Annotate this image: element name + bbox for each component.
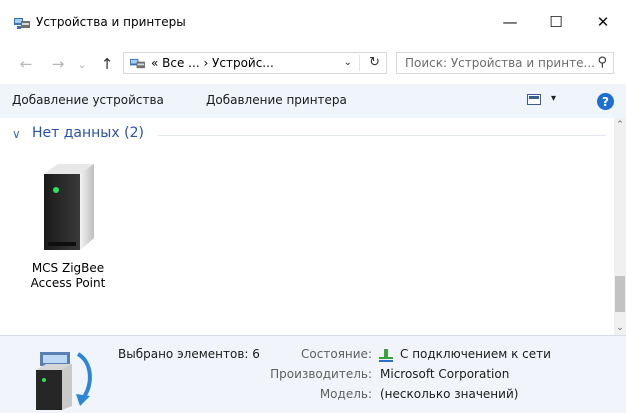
address-path[interactable]: « Все ... › Устройс...	[151, 56, 274, 70]
device-label-line2: Access Point	[30, 276, 106, 290]
device-label-line1: MCS ZigBee	[31, 261, 105, 275]
add-device-button[interactable]: Добавление устройства	[12, 93, 164, 107]
vertical-scrollbar[interactable]: ⌃ ⌄	[614, 118, 626, 335]
command-bar: Добавление устройства Добавление принтер…	[0, 84, 626, 119]
device-label[interactable]: MCS ZigBee Access Point	[22, 261, 114, 291]
maximize-button[interactable]: ☐	[533, 7, 579, 37]
search-icon[interactable]: ⚲	[597, 55, 607, 70]
view-options-dropdown[interactable]: ▾	[551, 93, 556, 104]
details-pane: Выбрано элементов: 6 Состояние: С подклю…	[0, 335, 626, 413]
status-value: С подключением к сети	[400, 347, 551, 361]
network-icon	[379, 349, 393, 362]
model-value: (несколько значений)	[380, 387, 519, 401]
group-header[interactable]: Нет данных (2)	[32, 125, 144, 141]
up-button[interactable]: ↑	[96, 54, 118, 74]
forward-button[interactable]: →	[47, 54, 69, 74]
title-bar: Устройства и принтеры — ☐ ✕	[0, 0, 626, 44]
search-input[interactable]: Поиск: Устройства и принте... ⚲	[396, 52, 614, 74]
scroll-thumb[interactable]	[615, 276, 625, 312]
model-label: Модель:	[319, 387, 372, 401]
search-placeholder[interactable]: Поиск: Устройства и принте...	[405, 56, 595, 70]
manufacturer-label: Производитель:	[270, 367, 372, 381]
status-label: Состояние:	[301, 347, 372, 361]
device-list: ∨ Нет данных (2) MCS ZigBee Access Point	[0, 118, 614, 335]
server-device-icon[interactable]	[38, 160, 96, 254]
refresh-icon[interactable]: ↻	[369, 55, 380, 70]
address-bar[interactable]: « Все ... › Устройс... ⌄ ↻	[123, 52, 387, 74]
add-printer-button[interactable]: Добавление принтера	[206, 93, 347, 107]
selected-count: Выбрано элементов: 6	[118, 347, 260, 361]
devices-printers-icon	[130, 58, 145, 69]
group-divider	[158, 135, 606, 136]
change-view-icon[interactable]	[527, 94, 541, 105]
address-divider	[359, 55, 360, 71]
window-title: Устройства и принтеры	[36, 15, 186, 29]
scroll-down-button[interactable]: ⌄	[614, 323, 626, 333]
help-icon[interactable]: ?	[597, 93, 614, 110]
scroll-up-button[interactable]: ⌃	[614, 120, 626, 130]
recent-locations-button[interactable]: ⌄	[75, 54, 89, 74]
chevron-down-icon[interactable]: ⌄	[344, 57, 352, 68]
manufacturer-value: Microsoft Corporation	[380, 367, 510, 381]
devices-printers-icon	[14, 18, 30, 29]
minimize-button[interactable]: —	[487, 7, 533, 37]
collapse-group-icon[interactable]: ∨	[12, 127, 21, 141]
multiple-devices-icon	[36, 352, 92, 410]
back-button[interactable]: ←	[15, 54, 37, 74]
close-button[interactable]: ✕	[580, 7, 626, 37]
